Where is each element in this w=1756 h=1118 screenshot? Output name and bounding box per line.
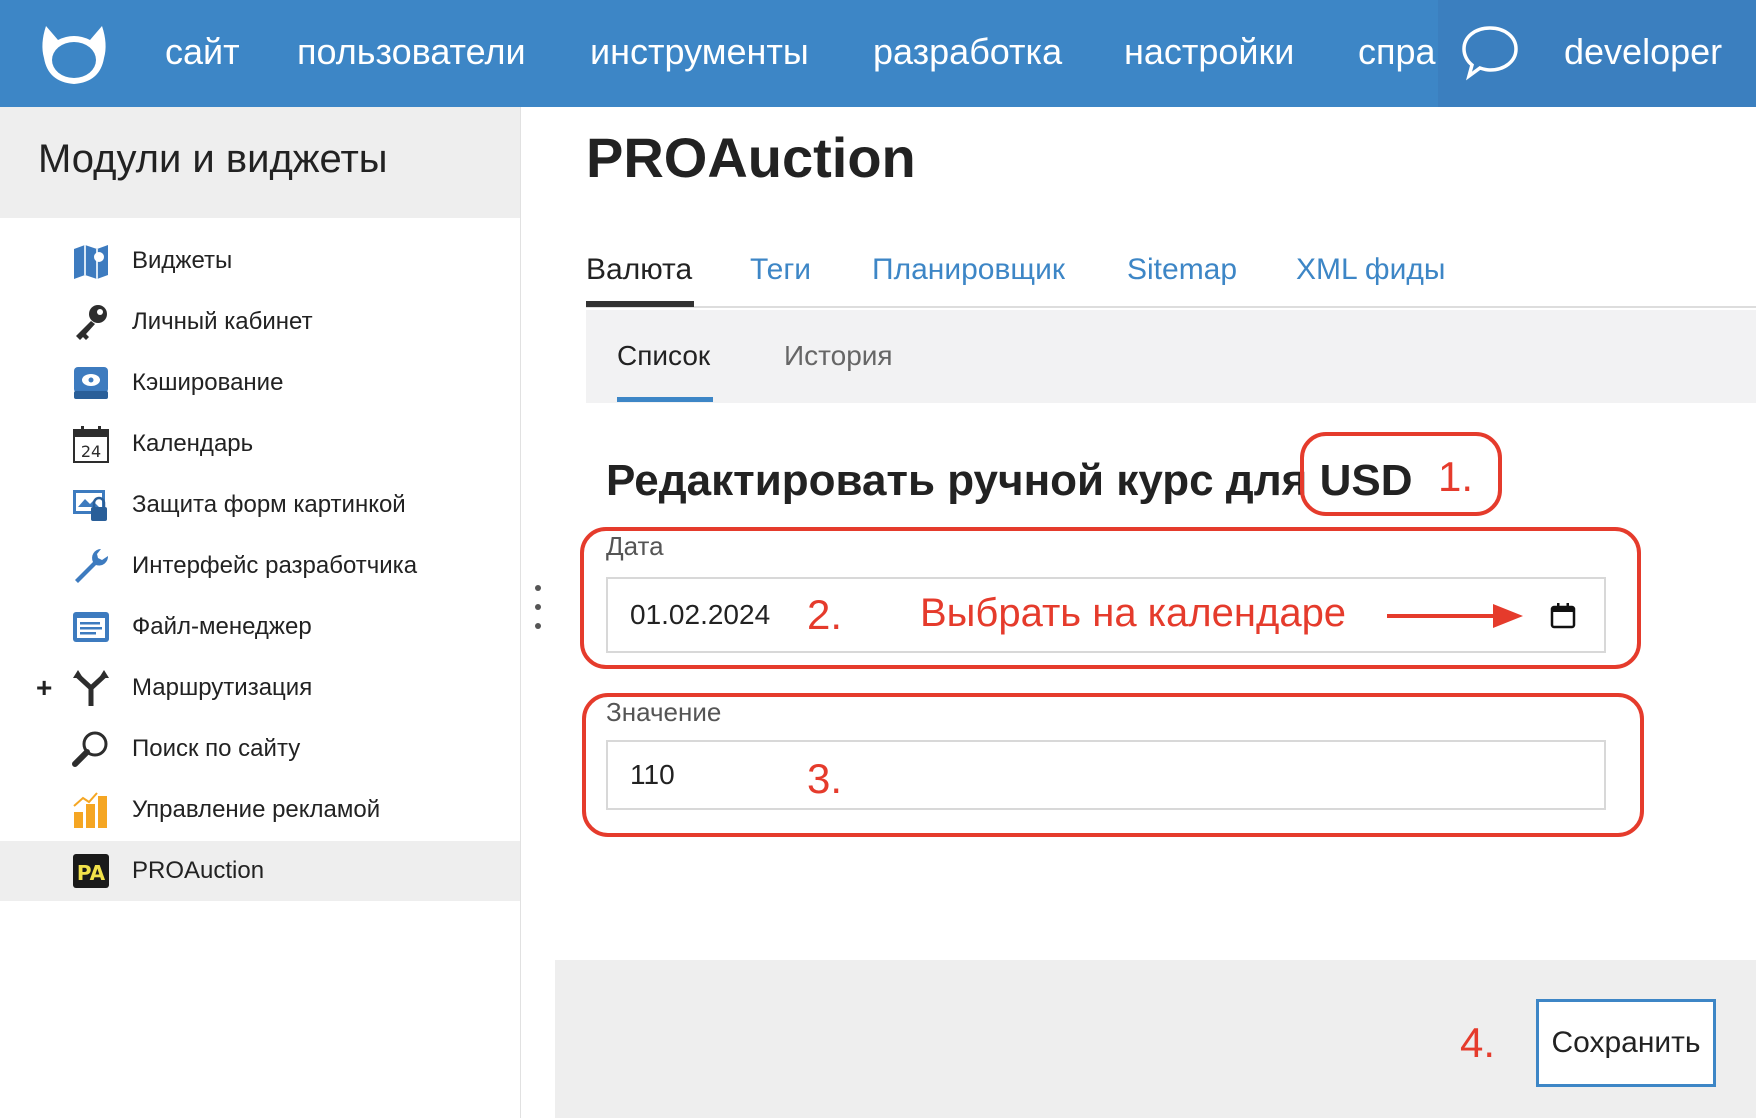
- tab-bar: Валюта Теги Планировщик Sitemap XML фиды: [586, 225, 1756, 308]
- sidebar-item-label: Управление рекламой: [132, 796, 381, 823]
- annotation-step-2: 2.: [807, 591, 843, 638]
- sidebar-item-ads[interactable]: Управление рекламой: [0, 780, 520, 840]
- tab-sitemap[interactable]: Sitemap: [1127, 245, 1237, 295]
- sidebar-item-label: Файл-менеджер: [132, 613, 312, 640]
- nav-item-site[interactable]: сайт: [165, 28, 240, 76]
- sidebar-item-developer-interface[interactable]: Интерфейс разработчика: [0, 536, 520, 596]
- file-manager-icon: [71, 607, 111, 647]
- tab-scheduler[interactable]: Планировщик: [872, 245, 1065, 295]
- annotation-value-box: [582, 693, 1644, 837]
- nav-item-tools[interactable]: инструменты: [590, 28, 809, 76]
- sidebar-item-personal-cabinet[interactable]: Личный кабинет: [0, 292, 520, 352]
- active-tab-indicator: [586, 301, 694, 307]
- cat-logo-icon[interactable]: [36, 18, 112, 90]
- magnifier-icon: [71, 729, 111, 769]
- sidebar-item-label: Личный кабинет: [132, 308, 313, 335]
- main-content: PROAuction Валюта Теги Планировщик Sitem…: [555, 107, 1756, 1118]
- sidebar-title: Модули и виджеты: [0, 107, 520, 218]
- sidebar-item-label: Календарь: [132, 430, 254, 457]
- tab-currency[interactable]: Валюта: [586, 245, 692, 295]
- sidebar-item-routing[interactable]: + Маршрутизация: [0, 658, 520, 718]
- page-title: PROAuction: [586, 126, 916, 189]
- disk-icon: [71, 363, 111, 403]
- key-icon: [71, 302, 111, 342]
- expand-icon[interactable]: +: [36, 672, 52, 704]
- annotation-arrow-icon: [1387, 604, 1523, 628]
- sidebar-item-label: Защита форм картинкой: [132, 491, 406, 518]
- nav-item-development[interactable]: разработка: [873, 28, 1062, 76]
- chat-bubble-icon[interactable]: [1460, 22, 1520, 82]
- bar-chart-icon: [71, 790, 111, 830]
- tab-xml-feeds[interactable]: XML фиды: [1296, 245, 1445, 295]
- panel-splitter[interactable]: [521, 107, 555, 1118]
- annotation-calendar-hint: Выбрать на календаре: [920, 591, 1347, 635]
- form-title-prefix: Редактировать ручной курс для: [606, 456, 1308, 505]
- sidebar-item-caching[interactable]: Кэширование: [0, 353, 520, 413]
- sidebar-item-label: Кэширование: [132, 369, 284, 396]
- sidebar-item-label: Интерфейс разработчика: [132, 552, 418, 579]
- sidebar-item-label: PROAuction: [132, 857, 265, 884]
- subtab-bar: Список История: [586, 310, 1756, 403]
- annotation-step-4: 4.: [1460, 1019, 1496, 1066]
- svg-text:24: 24: [81, 442, 101, 461]
- map-icon: [71, 241, 111, 281]
- wrench-icon: [71, 546, 111, 586]
- save-button[interactable]: Сохранить: [1536, 999, 1716, 1087]
- sidebar-item-label: Виджеты: [132, 247, 233, 274]
- nav-item-users[interactable]: пользователи: [297, 28, 526, 76]
- nav-item-settings[interactable]: настройки: [1124, 28, 1294, 76]
- calendar-icon: 24: [71, 424, 111, 464]
- sidebar-item-captcha[interactable]: Защита форм картинкой: [0, 475, 520, 535]
- sidebar: Модули и виджеты Виджеты Личный кабинет …: [0, 107, 521, 1118]
- form-title: Редактировать ручной курс для USD: [606, 456, 1412, 506]
- sidebar-item-proauction[interactable]: PA PROAuction: [0, 841, 520, 901]
- captcha-lock-icon: [71, 485, 111, 525]
- sidebar-item-file-manager[interactable]: Файл-менеджер: [0, 597, 520, 657]
- drag-handle-icon[interactable]: [535, 585, 541, 642]
- svg-text:PA: PA: [77, 861, 106, 885]
- top-navigation-bar: сайт пользователи инструменты разработка…: [0, 0, 1756, 107]
- subtab-history[interactable]: История: [784, 340, 893, 372]
- sidebar-item-label: Поиск по сайту: [132, 735, 301, 762]
- sidebar-item-site-search[interactable]: Поиск по сайту: [0, 719, 520, 779]
- active-subtab-indicator: [617, 397, 713, 402]
- annotation-step-1: 1.: [1438, 453, 1474, 500]
- sidebar-item-label: Маршрутизация: [132, 674, 313, 701]
- sidebar-item-widgets[interactable]: Виджеты: [0, 231, 520, 291]
- routing-icon: [71, 668, 111, 708]
- tab-tags[interactable]: Теги: [750, 245, 811, 295]
- pa-logo-icon: PA: [71, 851, 111, 891]
- subtab-list[interactable]: Список: [617, 340, 710, 372]
- sidebar-item-calendar[interactable]: 24 Календарь: [0, 414, 520, 474]
- annotation-step-3: 3.: [807, 755, 843, 802]
- user-name[interactable]: developer: [1564, 28, 1722, 76]
